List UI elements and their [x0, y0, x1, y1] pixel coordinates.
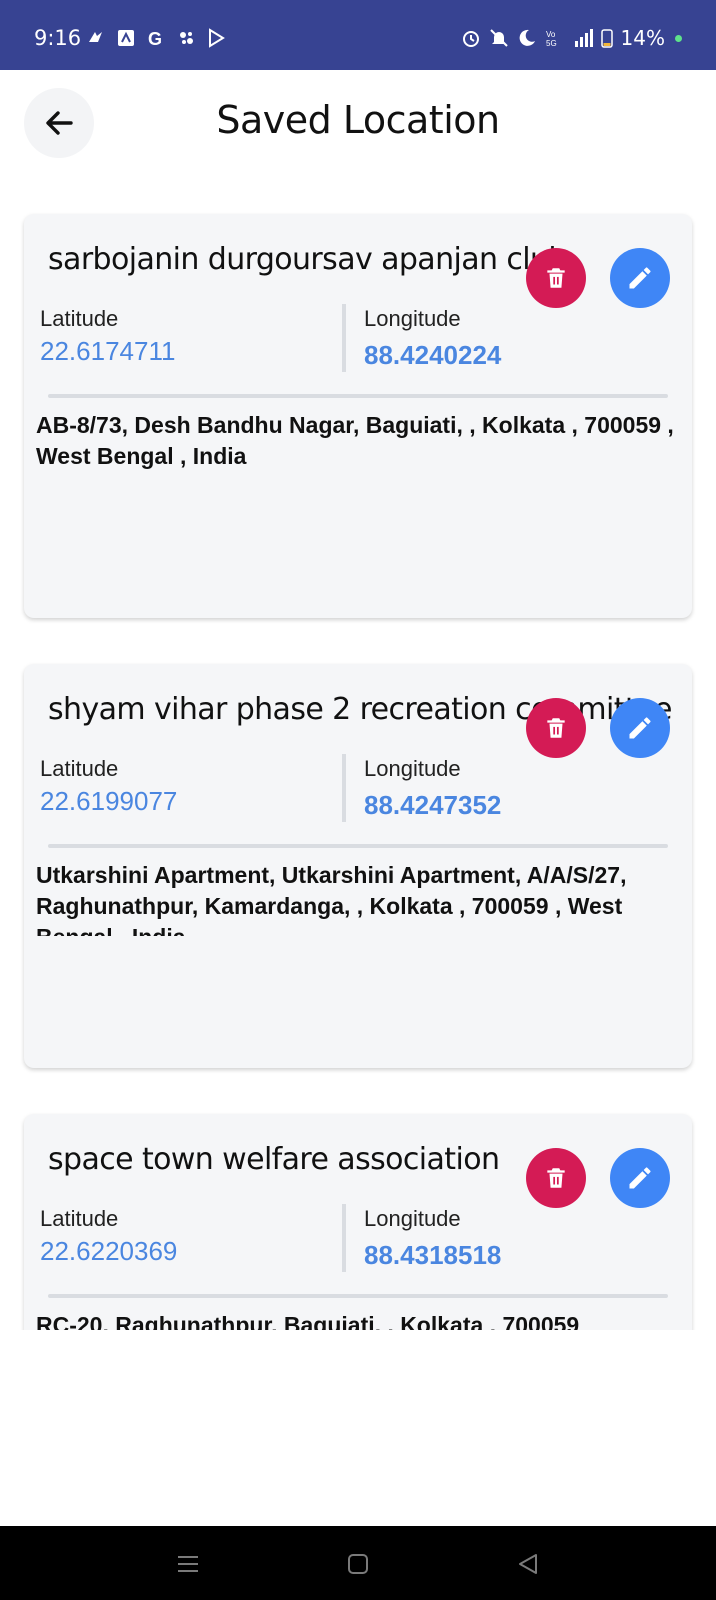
longitude-label: Longitude [364, 306, 461, 331]
app-header: Saved Location [0, 70, 716, 180]
page-title: Saved Location [216, 98, 500, 142]
edit-button[interactable] [610, 248, 670, 308]
status-time: 9:16 [34, 26, 82, 50]
pinwheel-icon [180, 32, 193, 44]
divider [48, 394, 668, 398]
privacy-dot [675, 34, 682, 42]
battery-icon [600, 29, 613, 48]
google-icon: G [148, 29, 162, 48]
location-card: space town welfare association Latitude … [24, 1114, 692, 1330]
longitude-label: Longitude [364, 1206, 461, 1231]
status-bar: 9:16 G Vo 5G 14% [0, 0, 716, 70]
location-card: shyam vihar phase 2 recreation committee… [24, 664, 692, 1068]
play-store-icon [209, 28, 225, 48]
system-icons: Vo 5G 14% [461, 26, 682, 50]
latitude-label: Latitude [40, 306, 119, 331]
home-icon[interactable] [346, 1552, 370, 1576]
saved-location-list[interactable]: sarbojanin durgoursav apanjan club Latit… [0, 180, 716, 1330]
svg-text:Vo: Vo [546, 30, 556, 39]
latitude-value: 22.6199077 [40, 786, 178, 816]
address-text: RC-20, Raghunathpur, Baguiati, , Kolkata… [36, 1312, 580, 1330]
trash-icon [547, 1168, 565, 1188]
divider [342, 1204, 346, 1272]
latitude-value: 22.6174711 [40, 336, 176, 366]
edit-button[interactable] [610, 698, 670, 758]
location-card: sarbojanin durgoursav apanjan club Latit… [24, 214, 692, 618]
back-nav-icon[interactable] [516, 1552, 540, 1576]
longitude-value: 88.4247352 [364, 790, 502, 820]
svg-text:G: G [148, 29, 162, 48]
pencil-icon [629, 1167, 651, 1189]
divider [342, 754, 346, 822]
delete-button[interactable] [526, 248, 586, 308]
battery-percent: 14% [620, 26, 665, 50]
recents-icon[interactable] [176, 1552, 200, 1576]
latitude-label: Latitude [40, 756, 119, 781]
notification-icons: G [86, 28, 226, 48]
divider [48, 844, 668, 848]
longitude-value: 88.4318518 [364, 1240, 502, 1270]
divider [48, 1294, 668, 1298]
latitude-label: Latitude [40, 1206, 119, 1231]
divider [342, 304, 346, 372]
app-icon [118, 30, 134, 46]
longitude-label: Longitude [364, 756, 461, 781]
edit-button[interactable] [610, 1148, 670, 1208]
pencil-icon [629, 267, 651, 289]
moon-icon [519, 29, 535, 46]
address-text: AB-8/73, Desh Bandhu Nagar, Baguiati, , … [36, 412, 674, 469]
thread-icon [89, 32, 102, 42]
address-text: Utkarshini Apartment, Utkarshini Apartme… [36, 862, 627, 936]
delete-button[interactable] [526, 698, 586, 758]
trash-icon [547, 268, 565, 288]
location-name: space town welfare association [48, 1142, 500, 1177]
signal-icon [574, 29, 593, 47]
delete-button[interactable] [526, 1148, 586, 1208]
alarm-icon [462, 31, 479, 47]
mute-icon [489, 29, 508, 47]
system-nav-bar [0, 1526, 716, 1600]
pencil-icon [629, 717, 651, 739]
latitude-value: 22.6220369 [40, 1236, 178, 1266]
svg-text:5G: 5G [546, 39, 557, 48]
longitude-value: 88.4240224 [364, 340, 502, 370]
trash-icon [547, 718, 565, 738]
volte-icon: Vo5G [546, 30, 557, 48]
location-name: sarbojanin durgoursav apanjan club [48, 242, 567, 277]
